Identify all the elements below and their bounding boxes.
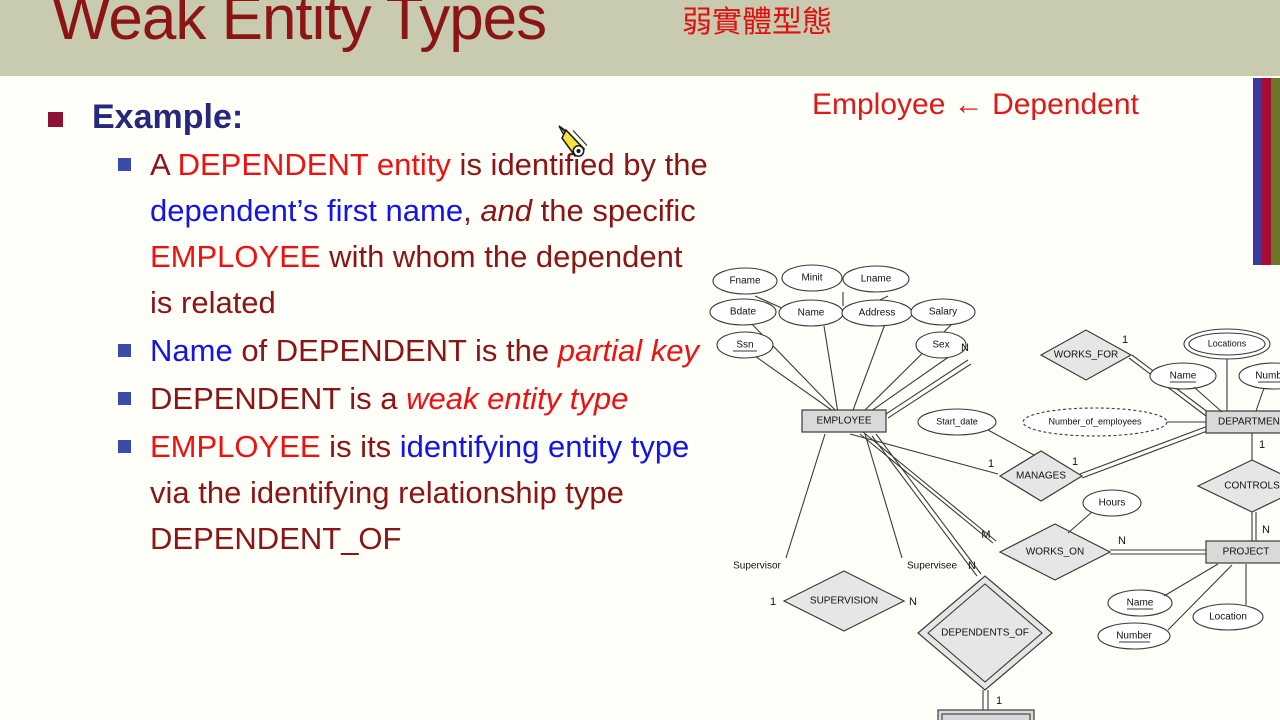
card-supervision-n: N xyxy=(909,596,917,608)
rel-controls-label: CONTROLS xyxy=(1224,481,1280,492)
department-attributes: Locations Name Number xyxy=(1149,328,1280,413)
attr-dept-name-label: Name xyxy=(1170,371,1197,382)
bullet-weak-entity-type: DEPENDENT is a weak entity type xyxy=(0,376,720,422)
annotation-employee-dependent: Employee ← Dependent xyxy=(812,88,1139,121)
card-works-for-n: N xyxy=(961,342,969,354)
er-diagram: .ln{stroke:#3a3a3a;stroke-width:1.1;fill… xyxy=(700,258,1280,720)
text-run: of DEPENDENT is the xyxy=(232,333,558,368)
attr-proj-location-label: Location xyxy=(1209,612,1247,623)
text-run: DEPENDENT entity xyxy=(177,147,451,182)
entity-department-label: DEPARTMENT xyxy=(1218,417,1280,428)
card-dependents-of-n: 1 xyxy=(996,695,1002,707)
text-run: Name xyxy=(150,333,233,368)
pencil-cursor-icon xyxy=(556,124,590,162)
bullet-identifying-entity-type: EMPLOYEE is its identifying entity type … xyxy=(0,424,720,562)
bullet-example: Example: xyxy=(0,96,720,138)
text-run: weak entity type xyxy=(406,381,629,416)
stripe-olive xyxy=(1271,78,1280,265)
square-bullet-icon xyxy=(48,112,63,127)
entity-project: PROJECT xyxy=(1205,540,1280,564)
attr-bdate-label: Bdate xyxy=(730,307,757,318)
text-run: EMPLOYEE xyxy=(150,239,321,274)
square-bullet-icon xyxy=(118,440,131,453)
attr-lname-label: Lname xyxy=(861,274,892,285)
relationship-supervision: Supervisor Supervisee 1 N SUPERVISION xyxy=(733,433,957,632)
page-title: Weak Entity Types xyxy=(52,0,547,53)
square-bullet-icon xyxy=(118,158,131,171)
text-run: dependent’s first name xyxy=(150,193,464,228)
attr-proj-name-label: Name xyxy=(1127,598,1154,609)
attr-address-label: Address xyxy=(859,308,896,319)
text-run: is its xyxy=(320,429,400,464)
stripe-crimson xyxy=(1262,78,1271,265)
text-run: A xyxy=(150,147,178,182)
decorative-stripe xyxy=(1253,78,1280,265)
page-title-chinese: 弱實體型態 xyxy=(682,5,832,40)
card-works-for-1: 1 xyxy=(1122,334,1128,346)
text-run: and xyxy=(480,193,533,228)
rel-works-for-label: WORKS_FOR xyxy=(1054,350,1118,361)
attr-fname-label: Fname xyxy=(729,276,761,287)
rel-manages-label: MANAGES xyxy=(1016,471,1066,482)
relationship-manages: 1 MANAGES 1 xyxy=(849,425,1211,502)
bullet-weak-entity-type-text: DEPENDENT is a weak entity type xyxy=(150,376,710,422)
attr-hours-label: Hours xyxy=(1099,498,1126,509)
card-dependents-of-1: N xyxy=(968,560,976,572)
text-run: via the identifying relationship type DE… xyxy=(150,475,624,556)
card-supervision-1: 1 xyxy=(770,596,776,608)
title-band: Weak Entity Types 弱實體型態 xyxy=(0,0,1280,76)
bullet-dependent-identified: A DEPENDENT entity is identified by the … xyxy=(0,142,720,326)
slide: Weak Entity Types 弱實體型態 Employee ← Depen… xyxy=(0,0,1280,720)
card-works-on-m: M xyxy=(981,529,990,541)
bullet-content: Example: A DEPENDENT entity is identifie… xyxy=(0,96,720,564)
text-run: partial key xyxy=(557,333,700,368)
attr-ssn-label: Ssn xyxy=(736,340,753,351)
text-run: , xyxy=(463,193,481,228)
square-bullet-icon xyxy=(118,392,131,405)
square-bullet-icon xyxy=(118,344,131,357)
entity-employee: EMPLOYEE xyxy=(801,409,887,433)
entity-employee-label: EMPLOYEE xyxy=(816,416,871,427)
card-works-on-n: N xyxy=(1118,535,1126,547)
attr-minit-label: Minit xyxy=(801,273,822,284)
er-diagram-svg: .ln{stroke:#3a3a3a;stroke-width:1.1;fill… xyxy=(709,264,1280,720)
attr-name-label: Name xyxy=(798,308,825,319)
card-manages-1b: 1 xyxy=(1072,456,1078,468)
project-attributes: Name Number Location xyxy=(1097,563,1264,650)
bullet-example-label: Example: xyxy=(92,98,244,136)
bullet-dependent-identified-text: A DEPENDENT entity is identified by the … xyxy=(150,142,710,326)
relationship-controls: 1 CONTROLS N xyxy=(1196,433,1280,548)
entity-dependent: DEPENDENT xyxy=(937,709,1035,720)
text-run: the specific xyxy=(532,193,696,228)
attr-locations-label: Locations xyxy=(1208,338,1247,348)
entity-department: DEPARTMENT xyxy=(1205,410,1280,434)
attr-sex-label: Sex xyxy=(932,340,949,351)
employee-attributes: Fname Minit Lname Bdate Name Address Sal… xyxy=(709,264,976,359)
entity-project-label: PROJECT xyxy=(1223,547,1270,558)
attr-salary-label: Salary xyxy=(929,307,957,318)
attr-start-date-label: Start_date xyxy=(936,416,978,426)
text-run: DEPENDENT is a xyxy=(150,381,407,416)
bullet-name-partial-key-text: Name of DEPENDENT is the partial key xyxy=(150,328,710,374)
attr-proj-number-label: Number xyxy=(1116,631,1152,642)
rel-works-on-label: WORKS_ON xyxy=(1026,547,1084,558)
rel-dependents-of-label: DEPENDENTS_OF xyxy=(941,628,1029,639)
bullet-name-partial-key: Name of DEPENDENT is the partial key xyxy=(0,328,720,374)
sub-bullet-list: A DEPENDENT entity is identified by the … xyxy=(0,142,720,562)
text-run: EMPLOYEE xyxy=(150,429,321,464)
bullet-identifying-entity-type-text: EMPLOYEE is its identifying entity type … xyxy=(150,424,710,562)
attribute-start-date: Start_date xyxy=(917,408,1046,462)
stripe-blue xyxy=(1253,78,1262,265)
card-controls-1: 1 xyxy=(1259,439,1265,451)
text-run: identifying entity type xyxy=(399,429,690,464)
role-supervisor: Supervisor xyxy=(733,561,781,572)
attr-number-of-employees-label: Number_of_employees xyxy=(1048,416,1142,426)
role-supervisee: Supervisee xyxy=(907,561,957,572)
attribute-number-of-employees: Number_of_employees xyxy=(1022,407,1206,437)
card-manages-1: 1 xyxy=(988,458,994,470)
attr-dept-number-label: Number xyxy=(1255,371,1280,382)
rel-supervision-label: SUPERVISION xyxy=(810,596,878,607)
card-controls-n: N xyxy=(1262,524,1270,536)
